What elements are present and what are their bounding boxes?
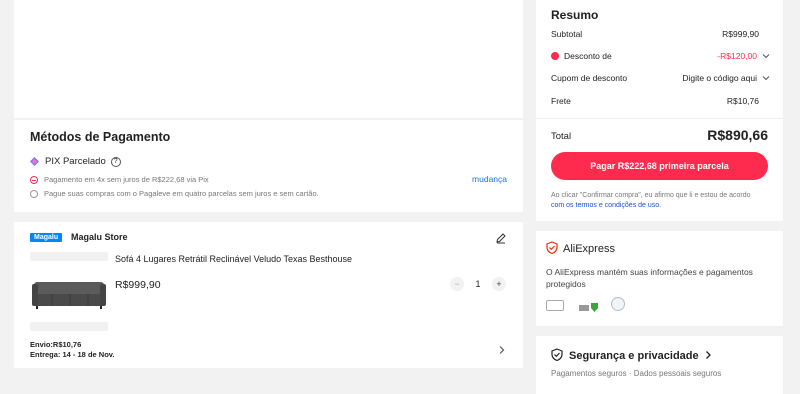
pix-icon xyxy=(30,157,39,166)
discount-value: -R$120,00 xyxy=(717,51,757,61)
installment-note: Pagamento em 4x sem juros de R$222,68 vi… xyxy=(44,175,209,184)
pagaleve-note: Pague suas compras com o Pagaleve em qua… xyxy=(44,189,319,198)
quantity-value[interactable]: 1 xyxy=(464,279,492,289)
info-icon[interactable]: ? xyxy=(110,156,121,167)
security-subtitle: Pagamentos seguros · Dados pessoais segu… xyxy=(551,369,722,378)
product-image[interactable] xyxy=(30,268,108,318)
discount-label: Desconto de xyxy=(564,51,612,61)
security-title: Segurança e privacidade xyxy=(569,350,699,362)
shipping-label: Frete xyxy=(551,96,571,106)
minus-button[interactable]: − xyxy=(450,277,464,291)
store-card: Magalu Magalu Store Sofá 4 Lugares Retrá… xyxy=(14,222,523,368)
change-link[interactable]: mudança xyxy=(472,174,507,184)
chevron-down-icon xyxy=(762,73,770,83)
coupon-label: Cupom de desconto xyxy=(551,73,628,83)
trust-badge-icon xyxy=(611,297,625,311)
terms-text: Ao clicar "Confirmar compra", eu afirmo … xyxy=(551,191,765,211)
pix-label: PIX Parcelado xyxy=(45,156,106,167)
security-header[interactable]: Segurança e privacidade xyxy=(551,348,712,364)
security-seal-icon xyxy=(579,300,599,312)
pagaleve-row: Pague suas compras com o Pagaleve em qua… xyxy=(30,189,319,198)
aliexpress-header: AliExpress xyxy=(546,241,615,257)
aliexpress-text: O AliExpress mantém suas informações e p… xyxy=(546,267,753,289)
product-name[interactable]: Sofá 4 Lugares Retrátil Reclinável Velud… xyxy=(115,254,352,264)
chevron-down-icon xyxy=(762,51,770,61)
aliexpress-name: AliExpress xyxy=(563,243,615,255)
shipping-info: Envio:R$10,76 xyxy=(30,340,82,349)
summary-card: Resumo Subtotal R$999,90 Desconto de -R$… xyxy=(536,0,783,221)
installment-row: Pagamento em 4x sem juros de R$222,68 vi… xyxy=(30,175,209,184)
subtotal-value: R$999,90 xyxy=(722,29,759,39)
terms-link[interactable]: com os termos e condições de uso. xyxy=(551,202,661,209)
coupon-input[interactable]: Digite o código aqui xyxy=(682,73,770,83)
aliexpress-card: AliExpress O AliExpress mantém suas info… xyxy=(536,231,783,326)
total-label: Total xyxy=(551,131,572,142)
discount-row: Desconto de xyxy=(551,51,612,61)
shield-check-icon xyxy=(551,348,563,364)
security-card: Segurança e privacidade Pagamentos segur… xyxy=(536,336,783,394)
coupon-icon xyxy=(551,52,559,60)
shield-check-icon xyxy=(546,241,558,257)
chevron-right-icon[interactable] xyxy=(497,342,507,354)
warning-icon xyxy=(30,175,38,184)
plus-button[interactable]: + xyxy=(492,277,506,291)
quantity-stepper: − 1 + xyxy=(450,277,506,291)
payment-methods-card: Métodos de Pagamento PIX Parcelado ? Pag… xyxy=(14,120,523,212)
subtotal-label: Subtotal xyxy=(551,29,583,39)
image-placeholder-top xyxy=(30,252,108,261)
total-value: R$890,66 xyxy=(707,127,768,143)
discount-toggle[interactable]: -R$120,00 xyxy=(717,51,770,61)
top-left-card xyxy=(14,0,523,118)
store-name[interactable]: Magalu Store xyxy=(71,232,128,242)
edit-icon[interactable] xyxy=(495,231,507,244)
card-logo-icon xyxy=(546,300,564,311)
coupon-value: Digite o código aqui xyxy=(682,73,757,83)
summary-title: Resumo xyxy=(551,8,599,22)
shipping-value: R$10,76 xyxy=(726,96,759,106)
magalu-badge: Magalu xyxy=(30,233,63,242)
image-placeholder-bottom xyxy=(30,322,108,331)
product-price: R$999,90 xyxy=(115,279,161,291)
pay-button[interactable]: Pagar R$222,68 primeira parcela xyxy=(551,152,768,180)
chevron-right-icon xyxy=(705,350,712,363)
pix-option[interactable]: PIX Parcelado ? xyxy=(30,156,121,167)
delivery-info: Entrega: 14 - 18 de Nov. xyxy=(30,350,115,359)
payment-title: Métodos de Pagamento xyxy=(30,130,171,144)
info-circle-icon xyxy=(30,189,38,198)
terms-prefix: Ao clicar "Confirmar compra", eu afirmo … xyxy=(551,192,751,199)
divider xyxy=(536,118,783,119)
